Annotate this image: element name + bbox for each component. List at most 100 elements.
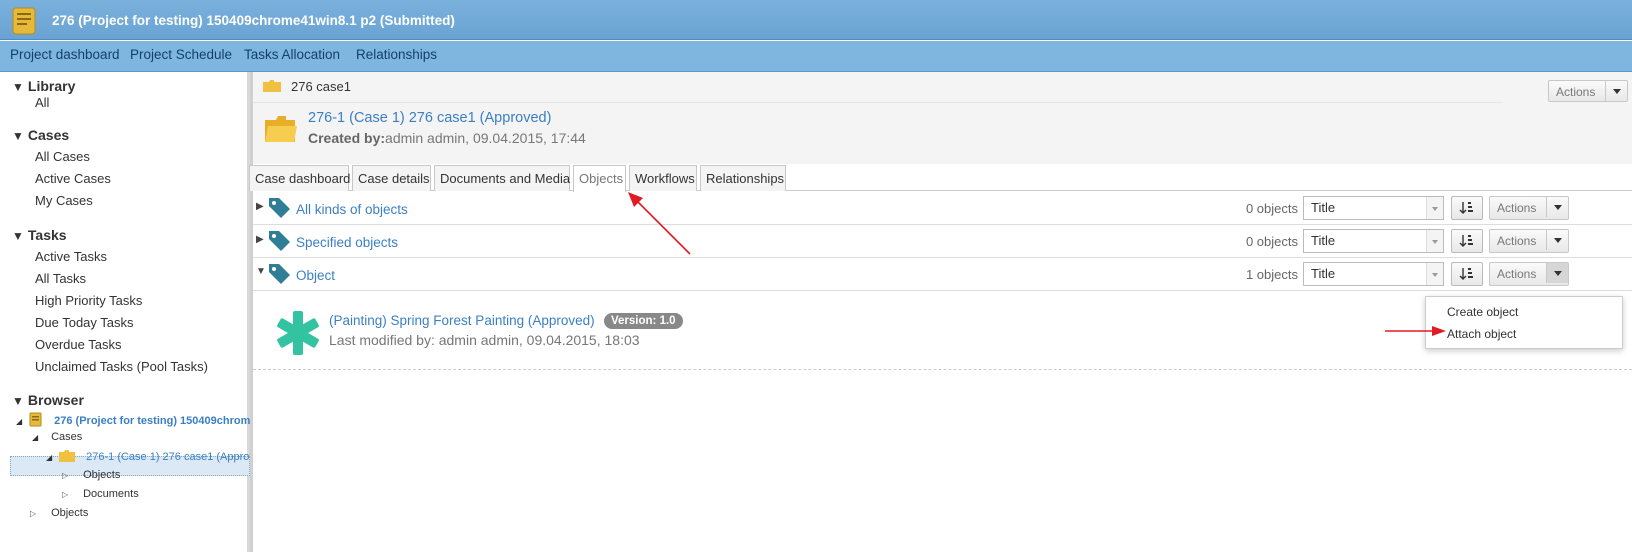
chevron-down-icon[interactable] — [1546, 197, 1568, 217]
created-value: admin admin, 09.04.2015, 17:44 — [385, 130, 586, 146]
sidebar-item-all-tasks[interactable]: All Tasks — [35, 271, 86, 286]
tree-expander-icon[interactable]: ▷ — [62, 490, 72, 499]
tag-icon — [269, 231, 290, 251]
tree-expander-icon[interactable]: ◢ — [32, 433, 42, 442]
sidebar-item-all[interactable]: All — [35, 95, 49, 110]
tab-documents-and-media[interactable]: Documents and Media — [434, 165, 570, 191]
tab-case-details[interactable]: Case details — [352, 165, 431, 191]
sidebar: ▼ Library All ▼ Cases All Cases Active Cas… — [0, 72, 250, 552]
sort-select[interactable]: Title — [1303, 229, 1444, 253]
sidebar-item-my-cases[interactable]: My Cases — [35, 193, 93, 208]
tree-expander-icon[interactable]: ◢ — [16, 417, 26, 426]
case-actions-button[interactable]: Actions — [1548, 80, 1628, 102]
main-content: 276 case1 Actions 276-1 (Case 1) 276 cas… — [249, 72, 1632, 552]
breadcrumb[interactable]: 276 case1 — [291, 79, 351, 94]
expand-icon[interactable]: ▶ — [256, 201, 264, 212]
project-icon — [12, 7, 36, 35]
expand-icon[interactable]: ▶ — [256, 234, 264, 245]
menu-item-create-object[interactable]: Create object — [1447, 305, 1518, 319]
actions-label: Actions — [1497, 201, 1537, 215]
group-actions-button[interactable]: Actions — [1489, 262, 1569, 286]
sidebar-item-due-today-tasks[interactable]: Due Today Tasks — [35, 315, 134, 330]
object-group-row: ▼ Object 1 objects Title Actions — [253, 258, 1632, 291]
object-title[interactable]: (Painting) Spring Forest Painting (Appro… — [329, 313, 595, 328]
tree-expander-icon[interactable]: ◢ — [46, 453, 56, 462]
tab-workflows[interactable]: Workflows — [629, 165, 697, 191]
triangle-icon: ▼ — [12, 229, 24, 243]
chevron-down-icon[interactable] — [1605, 81, 1627, 101]
sidebar-item-unclaimed-tasks[interactable]: Unclaimed Tasks (Pool Tasks) — [35, 359, 208, 374]
cases-heading-label: Cases — [27, 127, 70, 143]
library-heading-label: Library — [27, 78, 76, 94]
project-icon — [29, 412, 42, 427]
library-heading[interactable]: ▼ Library — [12, 78, 75, 94]
tree-expander-icon[interactable]: ▷ — [30, 509, 40, 518]
folder-icon — [265, 116, 297, 142]
group-actions-button[interactable]: Actions — [1489, 229, 1569, 253]
case-created: Created by:admin admin, 09.04.2015, 17:4… — [308, 130, 586, 146]
nav-relationships[interactable]: Relationships — [356, 47, 437, 62]
case-tabs: Case dashboard Case details Documents an… — [249, 164, 1632, 192]
group-count: 0 objects — [1245, 201, 1298, 216]
tree-node-root-objects[interactable]: ▷ Objects — [30, 507, 88, 519]
chevron-down-icon — [1426, 197, 1443, 219]
object-group-row: ▶ Specified objects 0 objects Title Acti… — [253, 225, 1632, 258]
group-name[interactable]: All kinds of objects — [296, 202, 408, 217]
tree-node-documents[interactable]: ▷ Documents — [62, 488, 139, 500]
tree-node-project[interactable]: ◢ 276 (Project for testing) 150409chrome… — [16, 412, 250, 427]
tasks-heading[interactable]: ▼ Tasks — [12, 227, 67, 243]
sort-select[interactable]: Title — [1303, 196, 1444, 220]
tab-objects[interactable]: Objects — [573, 165, 626, 192]
sort-direction-button[interactable] — [1451, 196, 1483, 220]
group-name[interactable]: Specified objects — [296, 235, 398, 250]
folder-icon — [59, 450, 76, 462]
object-group-row: ▶ All kinds of objects 0 objects Title A… — [253, 192, 1632, 225]
tree-node-case[interactable]: ◢ 276-1 (Case 1) 276 case1 (Approved) — [46, 450, 250, 463]
tree-cases-label: Cases — [51, 431, 83, 443]
cases-heading[interactable]: ▼ Cases — [12, 127, 69, 143]
group-count: 0 objects — [1245, 234, 1298, 249]
tab-case-dashboard[interactable]: Case dashboard — [249, 165, 350, 191]
nav-project-dashboard[interactable]: Project dashboard — [10, 47, 120, 62]
nav-tasks-allocation[interactable]: Tasks Allocation — [244, 47, 340, 62]
browser-heading[interactable]: ▼ Browser — [12, 392, 84, 408]
version-badge: Version: 1.0 — [604, 313, 683, 329]
group-actions-button[interactable]: Actions — [1489, 196, 1569, 220]
sidebar-item-active-tasks[interactable]: Active Tasks — [35, 249, 107, 264]
group-name[interactable]: Object — [296, 268, 335, 283]
sidebar-item-overdue-tasks[interactable]: Overdue Tasks — [35, 337, 121, 352]
tree-expander-icon[interactable]: ▷ — [62, 471, 72, 480]
sort-select-value: Title — [1311, 233, 1336, 248]
title-bar: 276 (Project for testing) 150409chrome41… — [0, 0, 1632, 40]
sort-icon — [1459, 235, 1473, 247]
actions-label: Actions — [1497, 234, 1537, 248]
actions-dropdown-menu: Create object Attach object — [1425, 296, 1623, 349]
sort-direction-button[interactable] — [1451, 229, 1483, 253]
asterisk-icon — [277, 311, 319, 355]
tag-icon — [269, 198, 290, 218]
triangle-icon: ▼ — [12, 129, 24, 143]
sort-select-value: Title — [1311, 200, 1336, 215]
sidebar-item-all-cases[interactable]: All Cases — [35, 149, 90, 164]
case-title[interactable]: 276-1 (Case 1) 276 case1 (Approved) — [308, 110, 551, 126]
sidebar-item-active-cases[interactable]: Active Cases — [35, 171, 111, 186]
collapse-icon[interactable]: ▼ — [256, 266, 266, 277]
chevron-down-icon — [1426, 263, 1443, 285]
triangle-icon: ▼ — [12, 394, 24, 408]
sort-direction-button[interactable] — [1451, 262, 1483, 286]
main-nav: Project dashboard Project Schedule Tasks… — [0, 41, 1632, 72]
sort-select-value: Title — [1311, 266, 1336, 281]
tree-project-label: 276 (Project for testing) 150409chrome41… — [54, 415, 250, 427]
sort-select[interactable]: Title — [1303, 262, 1444, 286]
tab-relationships[interactable]: Relationships — [700, 165, 786, 191]
tree-case-label: 276-1 (Case 1) 276 case1 (Approved) — [86, 451, 250, 463]
tree-node-cases[interactable]: ◢ Cases — [32, 431, 82, 443]
tree-node-objects[interactable]: ▷ Objects — [62, 469, 120, 481]
chevron-down-icon[interactable] — [1546, 230, 1568, 250]
actions-label: Actions — [1497, 267, 1537, 281]
sort-icon — [1459, 268, 1473, 280]
sidebar-item-high-priority-tasks[interactable]: High Priority Tasks — [35, 293, 142, 308]
menu-item-attach-object[interactable]: Attach object — [1447, 327, 1516, 341]
nav-project-schedule[interactable]: Project Schedule — [130, 47, 232, 62]
chevron-down-icon[interactable] — [1546, 263, 1568, 283]
